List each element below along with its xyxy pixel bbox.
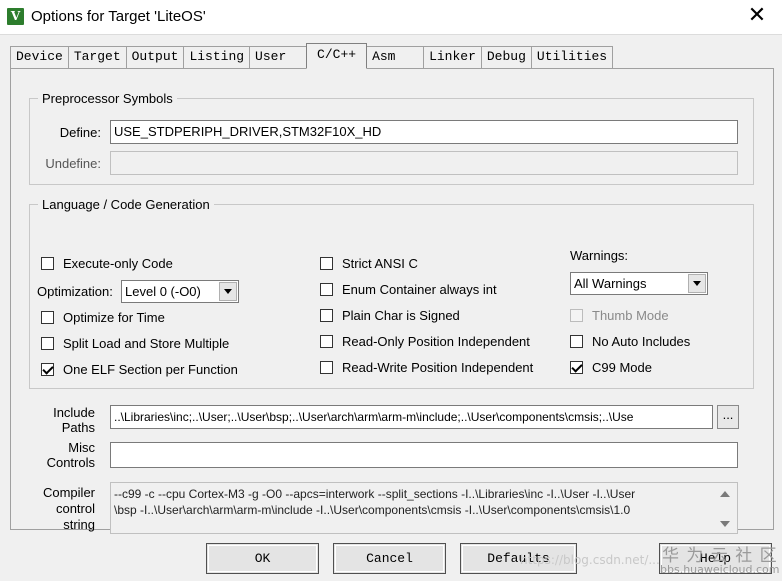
compiler-string-line2: \bsp -I..\User\arch\arm\arm-m\include -I… <box>114 503 631 517</box>
undefine-label: Undefine: <box>45 156 101 171</box>
ro-pi-box[interactable] <box>320 335 333 348</box>
tab-target[interactable]: Target <box>67 46 127 68</box>
optimize-time-checkbox[interactable]: Optimize for Time <box>41 310 165 325</box>
undefine-input[interactable] <box>110 151 738 175</box>
strict-ansi-checkbox[interactable]: Strict ANSI C <box>320 256 418 271</box>
optimize-time-box[interactable] <box>41 311 54 324</box>
cancel-button[interactable]: Cancel <box>333 543 446 574</box>
warnings-value: All Warnings <box>574 276 647 291</box>
misc-controls-label: Misc Controls <box>25 440 95 470</box>
close-button[interactable]: ✕ <box>744 4 770 30</box>
optimize-time-label: Optimize for Time <box>63 310 165 325</box>
one-elf-box[interactable] <box>41 363 54 376</box>
execute-only-box[interactable] <box>41 257 54 270</box>
include-paths-label-line2: Paths <box>61 420 95 435</box>
execute-only-checkbox[interactable]: Execute-only Code <box>41 256 173 271</box>
misc-controls-label-line2: Controls <box>46 455 95 470</box>
c99-mode-checkbox[interactable]: C99 Mode <box>570 360 652 375</box>
watermark-domain: bbs.huaweicloud.com <box>660 563 780 576</box>
compiler-string-line1: --c99 -c --cpu Cortex-M3 -g -O0 --apcs=i… <box>114 487 636 501</box>
enum-int-label: Enum Container always int <box>342 282 497 297</box>
chevron-down-icon[interactable] <box>219 282 237 301</box>
enum-int-checkbox[interactable]: Enum Container always int <box>320 282 497 297</box>
misc-controls-label-line1: Misc <box>68 440 95 455</box>
rw-pi-label: Read-Write Position Independent <box>342 360 534 375</box>
enum-int-box[interactable] <box>320 283 333 296</box>
thumb-mode-label: Thumb Mode <box>592 308 669 323</box>
watermark-url: https://blog.csdn.net/... <box>520 553 660 567</box>
thumb-mode-box[interactable] <box>570 309 583 322</box>
c99-mode-label: C99 Mode <box>592 360 652 375</box>
c99-mode-box[interactable] <box>570 361 583 374</box>
include-paths-input[interactable]: ..\Libraries\inc;..\User;..\User\bsp;..\… <box>110 405 713 429</box>
rw-pi-checkbox[interactable]: Read-Write Position Independent <box>320 360 533 375</box>
one-elf-label: One ELF Section per Function <box>63 362 238 377</box>
compiler-string-label-line1: Compiler <box>42 485 95 500</box>
execute-only-label: Execute-only Code <box>63 256 173 271</box>
split-load-box[interactable] <box>41 337 54 350</box>
tab-listing[interactable]: Listing <box>183 46 251 68</box>
tab-linker[interactable]: Linker <box>423 46 482 68</box>
window-title: Options for Target 'LiteOS' <box>31 8 206 25</box>
strict-ansi-label: Strict ANSI C <box>342 256 418 271</box>
plain-char-box[interactable] <box>320 309 333 322</box>
preprocessor-symbols-legend: Preprocessor Symbols <box>42 91 173 106</box>
compiler-string-label: Compiler control string <box>25 485 95 533</box>
rw-pi-box[interactable] <box>320 361 333 374</box>
no-auto-includes-checkbox[interactable]: No Auto Includes <box>570 334 690 349</box>
ro-pi-label: Read-Only Position Independent <box>342 334 530 349</box>
tab-output[interactable]: Output <box>125 46 185 68</box>
tab-bar: Device Target Output Listing User C/C++ … <box>10 43 614 69</box>
plain-char-label: Plain Char is Signed <box>342 308 460 323</box>
include-paths-label: Include Paths <box>25 405 95 435</box>
include-paths-label-line1: Include <box>53 405 95 420</box>
include-paths-browse-button[interactable]: ... <box>717 405 739 429</box>
tab-device[interactable]: Device <box>10 46 69 68</box>
compiler-string-label-line2: control <box>55 501 95 516</box>
chevron-down-icon[interactable] <box>688 274 706 293</box>
compiler-string-label-line3: string <box>63 517 95 532</box>
split-load-label: Split Load and Store Multiple <box>63 336 230 351</box>
no-auto-includes-box[interactable] <box>570 335 583 348</box>
warnings-label: Warnings: <box>570 248 629 263</box>
no-auto-includes-label: No Auto Includes <box>592 334 691 349</box>
define-label: Define: <box>59 125 101 140</box>
scroll-up-icon[interactable] <box>720 491 730 497</box>
compiler-string-textarea[interactable]: --c99 -c --cpu Cortex-M3 -g -O0 --apcs=i… <box>110 482 738 534</box>
tab-utilities[interactable]: Utilities <box>530 46 614 68</box>
warnings-select[interactable]: All Warnings <box>570 272 708 295</box>
code-generation-legend: Language / Code Generation <box>42 197 210 212</box>
ok-button[interactable]: OK <box>206 543 319 574</box>
optimization-value: Level 0 (-O0) <box>125 284 201 299</box>
c-cpp-panel: Preprocessor Symbols Define: USE_STDPERI… <box>10 68 774 534</box>
tab-user[interactable]: User <box>249 46 308 68</box>
optimization-label: Optimization: <box>37 284 113 299</box>
tab-debug[interactable]: Debug <box>480 46 532 68</box>
split-load-checkbox[interactable]: Split Load and Store Multiple <box>41 336 229 351</box>
optimization-select[interactable]: Level 0 (-O0) <box>121 280 239 303</box>
tab-c-cpp[interactable]: C/C++ <box>306 43 368 69</box>
strict-ansi-box[interactable] <box>320 257 333 270</box>
ro-pi-checkbox[interactable]: Read-Only Position Independent <box>320 334 530 349</box>
title-bar: V Options for Target 'LiteOS' ✕ <box>0 0 782 34</box>
plain-char-checkbox[interactable]: Plain Char is Signed <box>320 308 460 323</box>
tab-asm[interactable]: Asm <box>366 46 425 68</box>
scroll-down-icon[interactable] <box>720 521 730 527</box>
keil-uvision-icon: V <box>7 8 24 25</box>
define-input[interactable]: USE_STDPERIPH_DRIVER,STM32F10X_HD <box>110 120 738 144</box>
thumb-mode-checkbox[interactable]: Thumb Mode <box>570 308 669 323</box>
one-elf-checkbox[interactable]: One ELF Section per Function <box>41 362 238 377</box>
misc-controls-input[interactable] <box>110 442 738 468</box>
dialog-body: Device Target Output Listing User C/C++ … <box>0 34 782 581</box>
